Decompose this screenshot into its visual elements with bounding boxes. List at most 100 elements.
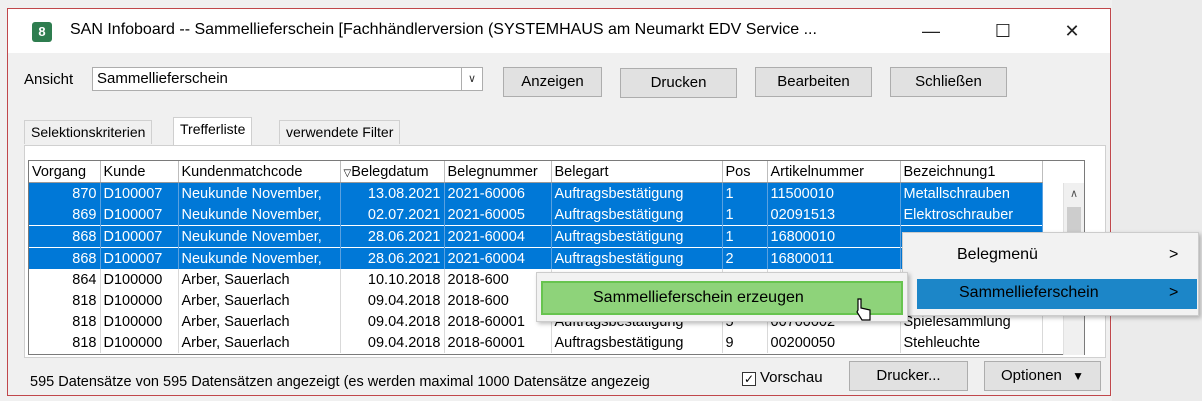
column-header[interactable]: Artikelnummer bbox=[767, 161, 901, 183]
caret-down-icon: ▼ bbox=[1072, 369, 1084, 383]
column-header[interactable]: Bezeichnung1 bbox=[900, 161, 1043, 183]
column-header[interactable]: Kunde bbox=[100, 161, 179, 183]
menu-item-belegmenue[interactable]: Belegmenü bbox=[957, 246, 1038, 264]
table-row[interactable]: 868 D100007 Neukunde November, 28.06.2021 20… bbox=[29, 247, 1043, 269]
table-cell: D100000 bbox=[100, 332, 179, 353]
menu-item-label: Sammellieferschein erzeugen bbox=[593, 289, 804, 306]
menu-item-sammellieferschein-erzeugen[interactable]: Sammellieferschein erzeugen bbox=[541, 281, 903, 315]
table-cell: 869 bbox=[29, 204, 101, 226]
table-cell: 09.04.2018 bbox=[340, 332, 445, 353]
table-cell: 10.10.2018 bbox=[340, 269, 445, 290]
table-cell: 2018-600 bbox=[444, 269, 552, 290]
table-cell: Arber, Sauerlach bbox=[178, 332, 341, 353]
table-cell: 2018-60001 bbox=[444, 311, 552, 332]
vorschau-label[interactable]: Vorschau bbox=[760, 369, 823, 386]
background-pane bbox=[1112, 0, 1202, 401]
app-window: 8 SAN Infoboard -- Sammellieferschein [F… bbox=[7, 8, 1111, 396]
table-cell: 02091513 bbox=[767, 204, 901, 226]
tab-trefferliste[interactable]: Trefferliste bbox=[173, 117, 253, 145]
table-cell: 818 bbox=[29, 311, 101, 332]
ansicht-value: Sammellieferschein bbox=[97, 70, 228, 87]
table-cell: Auftragsbestätigung bbox=[551, 247, 723, 269]
table-row[interactable]: 870 D100007 Neukunde November, 13.08.2021 20… bbox=[29, 182, 1043, 204]
column-header[interactable]: Kundenmatchcode bbox=[178, 161, 341, 183]
app-icon[interactable]: 8 bbox=[32, 22, 52, 42]
column-header[interactable]: Belegnummer bbox=[444, 161, 552, 183]
bearbeiten-button[interactable]: Bearbeiten bbox=[755, 67, 872, 97]
table-cell: Metallschrauben bbox=[900, 182, 1043, 204]
table-cell: 2021-60006 bbox=[444, 182, 552, 204]
table-cell: Neukunde November, bbox=[178, 204, 341, 226]
chevron-right-icon: > bbox=[1169, 246, 1179, 263]
table-cell: 2021-60005 bbox=[444, 204, 552, 226]
table-cell: 11500010 bbox=[767, 182, 901, 204]
table-cell: Auftragsbestätigung bbox=[551, 225, 723, 248]
table-cell: 870 bbox=[29, 182, 101, 204]
table-cell: 818 bbox=[29, 290, 101, 311]
minimize-button[interactable]: — bbox=[908, 9, 954, 53]
table-cell: 868 bbox=[29, 225, 101, 248]
table-cell: D100000 bbox=[100, 290, 179, 311]
table-cell: D100007 bbox=[100, 225, 179, 248]
column-header[interactable]: Pos bbox=[722, 161, 768, 183]
table-cell: D100007 bbox=[100, 204, 179, 226]
table-cell: 09.04.2018 bbox=[340, 311, 445, 332]
column-header-label: Belegdatum bbox=[351, 163, 429, 180]
table-cell: 16800010 bbox=[767, 225, 901, 248]
maximize-button[interactable]: ☐ bbox=[980, 9, 1026, 53]
dropdown-arrow-icon[interactable]: ∨ bbox=[461, 68, 482, 90]
table-cell: Auftragsbestätigung bbox=[551, 332, 723, 353]
table-row[interactable]: 818 D100000 Arber, Sauerlach 09.04.2018 2018… bbox=[29, 332, 1043, 353]
table-cell: D100000 bbox=[100, 269, 179, 290]
table-cell: 2 bbox=[722, 247, 768, 269]
header-row: Vorgang Kunde Kundenmatchcode ▽Belegdatu… bbox=[29, 161, 1043, 183]
anzeigen-button[interactable]: Anzeigen bbox=[503, 67, 602, 97]
table-cell: 13.08.2021 bbox=[340, 182, 445, 204]
drucken-button[interactable]: Drucken bbox=[620, 68, 737, 98]
table-cell: 2018-60001 bbox=[444, 332, 552, 353]
ansicht-label: Ansicht bbox=[24, 71, 74, 88]
checkbox-checked-icon[interactable]: ✓ bbox=[742, 372, 756, 386]
column-header-sorted[interactable]: ▽Belegdatum bbox=[340, 161, 445, 183]
schliessen-button[interactable]: Schließen bbox=[890, 67, 1007, 97]
scroll-up-icon[interactable]: ∧ bbox=[1064, 187, 1084, 200]
table-row[interactable]: 869 D100007 Neukunde November, 02.07.2021 20… bbox=[29, 204, 1043, 226]
optionen-button[interactable]: Optionen ▼ bbox=[984, 361, 1101, 391]
table-cell: Arber, Sauerlach bbox=[178, 311, 341, 332]
table-cell: 09.04.2018 bbox=[340, 290, 445, 311]
table-cell: Elektroschrauber bbox=[900, 204, 1043, 226]
table-cell: Arber, Sauerlach bbox=[178, 269, 341, 290]
table-cell: 2018-600 bbox=[444, 290, 552, 311]
title-bar: 8 SAN Infoboard -- Sammellieferschein [F… bbox=[8, 9, 1110, 53]
drucker-button[interactable]: Drucker... bbox=[849, 361, 968, 391]
column-header[interactable]: Belegart bbox=[551, 161, 723, 183]
table-cell: 818 bbox=[29, 332, 101, 353]
tab-verwendete-filter[interactable]: verwendete Filter bbox=[279, 120, 401, 144]
ansicht-select[interactable]: Sammellieferschein ∨ bbox=[92, 67, 483, 91]
menu-item-sammellieferschein[interactable]: Sammellieferschein > bbox=[917, 279, 1197, 309]
window-title: SAN Infoboard -- Sammellieferschein [Fac… bbox=[70, 21, 817, 38]
table-cell: Stehleuchte bbox=[900, 332, 1043, 353]
table-cell: Neukunde November, bbox=[178, 225, 341, 248]
table-cell: 2021-60004 bbox=[444, 247, 552, 269]
table-cell: D100007 bbox=[100, 182, 179, 204]
table-cell: 868 bbox=[29, 247, 101, 269]
table-row[interactable]: 868 D100007 Neukunde November, 28.06.2021 20… bbox=[29, 225, 1043, 248]
results-table: Vorgang Kunde Kundenmatchcode ▽Belegdatu… bbox=[29, 161, 1043, 353]
table-cell: 1 bbox=[722, 204, 768, 226]
chevron-right-icon: > bbox=[1169, 284, 1179, 301]
tab-selektionskriterien[interactable]: Selektionskriterien bbox=[24, 120, 153, 144]
table-cell: 16800011 bbox=[767, 247, 901, 269]
table-cell: 28.06.2021 bbox=[340, 225, 445, 248]
table-cell: D100000 bbox=[100, 311, 179, 332]
desktop-strip bbox=[0, 0, 1202, 8]
table-cell: Neukunde November, bbox=[178, 247, 341, 269]
table-cell: Neukunde November, bbox=[178, 182, 341, 204]
pointer-cursor-icon bbox=[856, 298, 871, 321]
optionen-label: Optionen bbox=[1001, 367, 1062, 384]
close-button[interactable]: ✕ bbox=[1049, 9, 1095, 53]
table-cell: Auftragsbestätigung bbox=[551, 204, 723, 226]
column-header[interactable]: Vorgang bbox=[29, 161, 101, 183]
table-cell: 864 bbox=[29, 269, 101, 290]
table-cell: D100007 bbox=[100, 247, 179, 269]
